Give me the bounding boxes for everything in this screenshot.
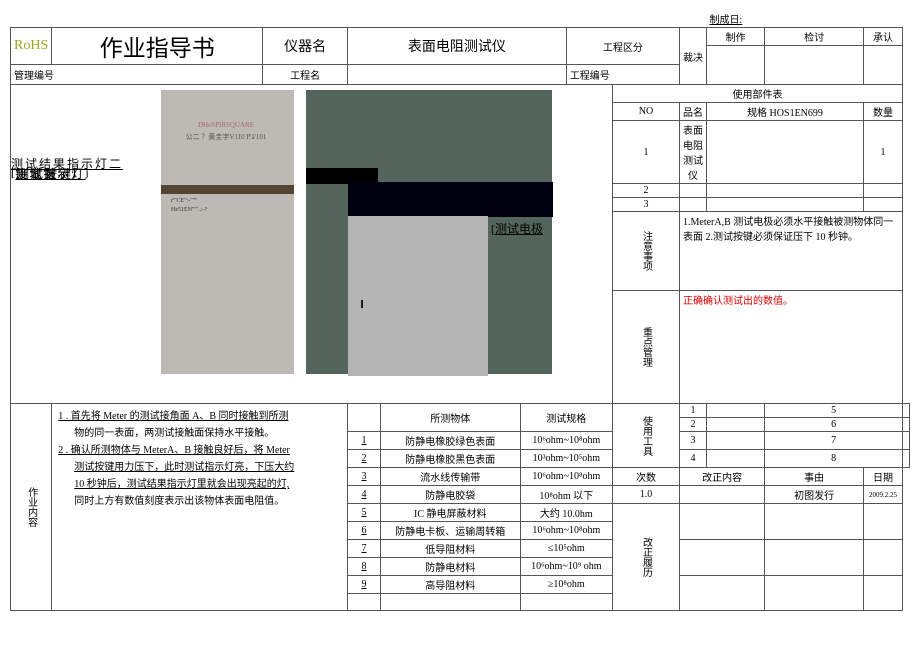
keypt-text: 正确确认测试出的数值。 [680,291,903,404]
review-cell [765,46,864,85]
parts-title: 使用部件表 [613,85,903,103]
parts-h-name: 品名 [680,103,707,121]
mat-n1: 1 [348,432,381,450]
instrument-name-label: 仪器名 [263,28,348,65]
device-photo-area: DHeSPIRSQUARE 公二 ？黄圭字V110 P'á'101 r'"CE"… [11,85,612,380]
made-label: 制作 [707,28,765,46]
approve-label: 承认 [863,28,902,46]
rev-r1d: 2009.2.25 [863,486,902,504]
rev-h4: 日期 [863,468,902,486]
review-label: 检讨 [765,28,864,46]
work-text: 1 . 首先将 Meter 的测试接角面 A、B 同时接触到所测 物的同一表面，… [52,404,348,611]
mat-h1: 所测物体 [381,404,521,432]
sop-document: 制成日: RoHS 作业指导书 仪器名 表面电阻测试仪 工程区分 裁决 制作 检… [10,10,910,611]
mgmt-no-label: 管理编号 [11,65,263,85]
probe-label: [测试电极 [491,220,543,237]
keypt-title: 重点管理 [613,291,680,404]
mat-b1: 10⁶ohm~10⁸ohm [520,432,612,450]
note-text: 1.MeterA,B 测试电极必须水平接触被测物体同一表面 2.测试按键必须保证… [680,212,903,291]
approve-cell [863,46,902,85]
rev-r1a: 1.0 [613,486,680,504]
date-made-label: 制成日: [707,10,903,28]
made-cell [707,46,765,85]
parts-r1-name: 表面电阻测试仪 [680,121,707,184]
judge-label: 裁决 [680,28,707,85]
parts-r1-qty: 1 [863,121,902,184]
rev-h3: 事由 [765,468,864,486]
mat-h2: 测试规格 [520,404,612,432]
process-name [348,65,567,85]
rev-h1: 次数 [613,468,680,486]
rev-h2: 改正内容 [680,468,765,486]
rev-title: 改正履历 [613,504,680,611]
parts-h-spec: 规格 HOS1EN699 [707,103,864,121]
rev-r1c: 初图发行 [765,486,864,504]
process-no-label: 工程编号 [566,65,679,85]
parts-h-qty: 数量 [863,103,902,121]
work-title: 作业内容 [11,404,52,611]
process-div-label: 工程区分 [566,28,679,65]
note-title: 注意事项 [613,212,680,291]
process-name-label: 工程名 [263,65,348,85]
sop-title: 作业指导书 [52,28,263,65]
tools-title: 使用工具 [613,404,680,468]
parts-h-no: NO [613,103,680,121]
mat-a1: 防静电橡胶绿色表面 [381,432,521,450]
rohs-mark: RoHS [11,28,52,65]
instrument-name: 表面电阻测试仪 [348,28,567,65]
